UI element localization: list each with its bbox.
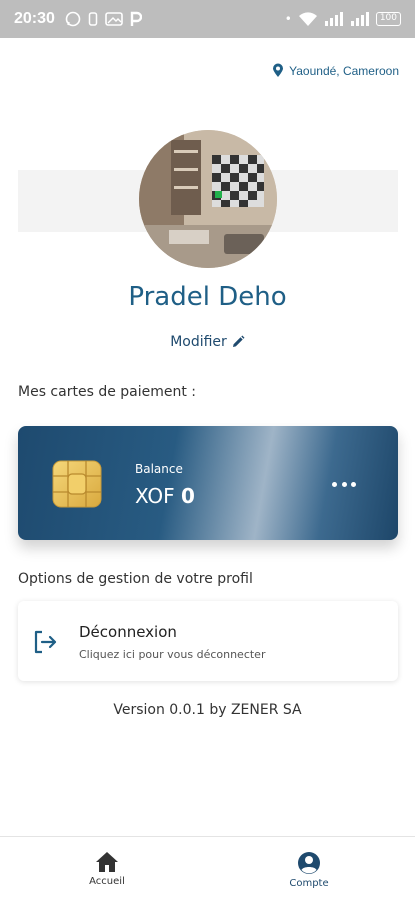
profile-options-heading: Options de gestion de votre profil — [18, 571, 253, 587]
location: Yaoundé, Cameroon — [272, 63, 399, 78]
card-balance-caption: Balance — [135, 462, 183, 476]
profile-name: Pradel Deho — [128, 282, 287, 312]
battery-indicator: 100 — [375, 12, 401, 26]
nav-home-label: Accueil — [89, 876, 125, 887]
card-chip-icon — [52, 460, 102, 508]
payment-card[interactable]: Balance XOF 0 — [18, 426, 398, 540]
location-text: Yaoundé, Cameroon — [289, 63, 399, 78]
card-currency: XOF — [135, 484, 175, 508]
nav-home[interactable]: Accueil — [57, 851, 157, 887]
wifi-icon — [298, 11, 317, 26]
card-amount: 0 — [181, 484, 195, 508]
app-version: Version 0.0.1 by ZENER SA — [113, 702, 302, 718]
dot-icon: • — [284, 12, 292, 26]
edit-profile-label: Modifier — [170, 334, 227, 350]
whatsapp-icon — [65, 11, 81, 27]
more-dot — [351, 481, 356, 487]
logout-subtitle: Cliquez ici pour vous déconnecter — [79, 648, 266, 661]
status-bar: 20:30 • 100 — [0, 0, 415, 38]
logout-icon — [34, 630, 57, 654]
pencil-icon — [232, 335, 245, 347]
card-more-button[interactable] — [332, 476, 356, 492]
account-icon — [298, 852, 320, 874]
parking-icon — [130, 11, 142, 26]
nav-account[interactable]: Compte — [259, 851, 359, 889]
signal-icon — [324, 12, 343, 26]
signal-icon — [350, 12, 369, 26]
card-balance: XOF 0 — [135, 484, 195, 508]
location-pin-icon — [273, 63, 284, 77]
home-icon — [96, 852, 118, 872]
system-icons: • 100 — [284, 11, 401, 27]
status-time: 20:30 — [14, 10, 55, 27]
more-dot — [341, 481, 347, 487]
logout-title: Déconnexion — [79, 623, 177, 641]
sim-icon — [88, 12, 98, 26]
notification-icons — [65, 11, 142, 27]
more-dot — [332, 481, 337, 487]
bottom-navigation: Accueil Compte — [0, 836, 415, 900]
edit-profile-button[interactable]: Modifier — [0, 334, 415, 350]
logout-button[interactable]: Déconnexion Cliquez ici pour vous déconn… — [18, 601, 398, 681]
avatar-photo — [139, 130, 277, 268]
gallery-icon — [105, 12, 123, 26]
payment-cards-heading: Mes cartes de paiement : — [18, 384, 197, 400]
nav-account-label: Compte — [289, 878, 329, 889]
avatar[interactable] — [139, 130, 277, 268]
